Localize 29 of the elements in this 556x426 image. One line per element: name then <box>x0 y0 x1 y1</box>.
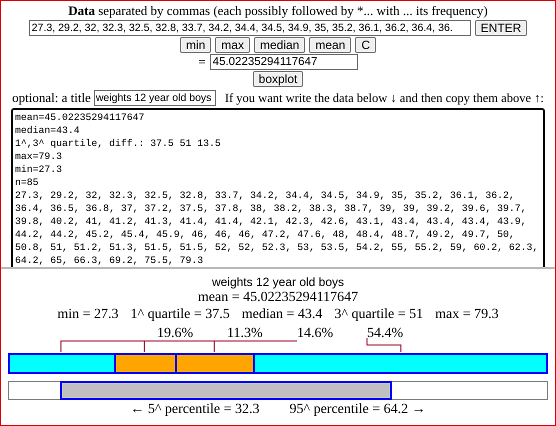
title-field[interactable]: weights 12 year old boys <box>94 90 216 106</box>
data-text-area[interactable]: mean=45.02235294117647 median=43.4 1^,3^ quartile, diff.: 37.5 51 13.5 max=79.3 min=27.3 n=85 27.3, 29.2, 32, 32.3, 32.5, 32.8, 33.7, 34.2, 34.4, 34.5, 34.9, 35, 35.2, 36.1, 36.2, 36.4, 36.5, 36.8, 37, 37.2, 37.5, 37.8, 38, 38.2, 38.3, 38.7, 39, 39, 39.2, 39.6, 39.7, 39.8, 40.2, 41, 41.2, 41.3, 41.4, 41.4, 42.1, 42.3, 42.6, 43.1, 43.4, 43.4, 43.4, 43.9, 44.2, 44.2, 45.2, 45.4, 45.9, 46, 46, 46, 47.2, 47.6, 48, 48.4, 48.7, 49.2, 49.7, 50, 50.8, 51, 51.2, 51.3, 51.5, 51.5, 52, 52, 52.3, 53, 53.5, 54.2, 55, 55.2, 59, 60.2, 62.3, 64.2, 65, 66.3, 69.2, 75.5, 79.3 <box>11 108 545 267</box>
statistic-text: 3^ quartile = 51 <box>334 306 424 323</box>
equals-label: = <box>198 54 206 70</box>
data-input[interactable]: 27.3, 29.2, 32, 32.3, 32.5, 32.8, 33.7, 34.2, 34.4, 34.5, 34.9, 35, 35.2, 36.1, 36.2, 36.4, 36. <box>28 20 471 36</box>
percentage-label: 19.6% <box>157 326 194 341</box>
instructions-text: If you want write the data below ↓ and then copy them above ↑: <box>224 90 544 106</box>
percentile-label: 95^ percentile = 64.2 → <box>290 401 426 418</box>
statistic-text: 1^ quartile = 37.5 <box>130 306 230 323</box>
percentile-label: ← 5^ percentile = 32.3 <box>130 401 260 418</box>
mean-text: mean = 45.02235294117647 <box>198 289 358 306</box>
plot-title: weights 12 year old boys <box>212 275 344 289</box>
function-button[interactable]: C <box>355 37 376 53</box>
statistic-text: max = 79.3 <box>435 306 499 323</box>
percentage-label: 11.3% <box>227 326 263 341</box>
percentage-label: 14.6% <box>297 326 334 341</box>
enter-button[interactable]: ENTER <box>474 20 528 36</box>
title-label: optional: a title <box>12 90 91 106</box>
data-instructions: Data separated by commas (each possibly followed by *... with ... its frequency) <box>68 3 488 19</box>
function-button[interactable]: median <box>254 37 306 53</box>
bracket-line <box>366 338 402 352</box>
function-button[interactable]: mean <box>309 37 352 53</box>
result-field[interactable]: 45.02235294117647 <box>210 54 358 70</box>
function-button[interactable]: min <box>180 37 212 53</box>
statistic-text: min = 27.3 <box>57 306 119 323</box>
function-button[interactable]: max <box>215 37 250 53</box>
percentage-label: 54.4% <box>367 326 404 341</box>
boxplot-button[interactable]: boxplot <box>252 71 304 87</box>
statistic-text: median = 43.4 <box>242 306 322 323</box>
